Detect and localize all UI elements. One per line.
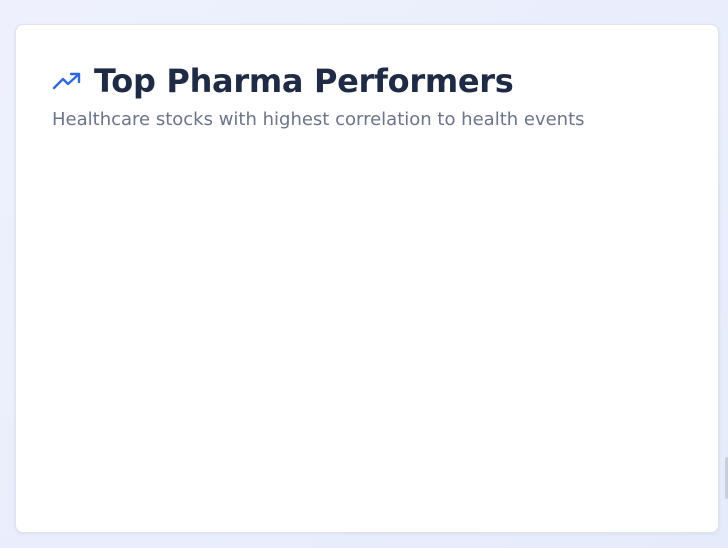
trending-up-icon [52, 70, 82, 92]
card-title: Top Pharma Performers [94, 62, 514, 100]
card-header: Top Pharma Performers Healthcare stocks … [52, 60, 694, 132]
card-title-row: Top Pharma Performers [52, 60, 694, 102]
card-content-area [52, 155, 682, 508]
card-subtitle: Healthcare stocks with highest correlati… [52, 109, 585, 130]
pharma-performers-card: Top Pharma Performers Healthcare stocks … [15, 24, 719, 533]
